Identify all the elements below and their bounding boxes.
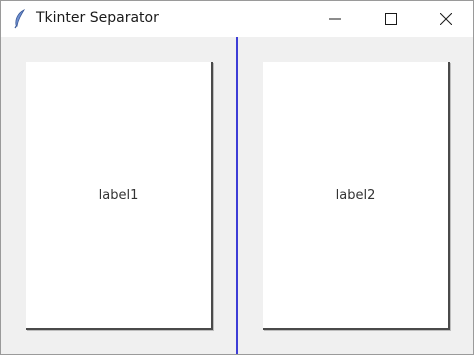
label-panel-2: label2	[263, 62, 450, 330]
client-area: label1 label2	[1, 37, 473, 354]
label-panel-1: label1	[26, 62, 213, 330]
app-window: Tkinter Separator label1 label2	[0, 0, 474, 355]
maximize-button[interactable]	[368, 1, 414, 37]
maximize-icon	[385, 13, 397, 25]
close-button[interactable]	[423, 1, 469, 37]
title-bar[interactable]: Tkinter Separator	[1, 1, 473, 37]
label2-text: label2	[335, 187, 376, 203]
label1-text: label1	[98, 187, 139, 203]
window-title: Tkinter Separator	[36, 10, 159, 26]
minimize-button[interactable]	[312, 1, 358, 37]
minimize-icon	[329, 13, 341, 25]
vertical-separator	[236, 37, 238, 354]
feather-icon	[12, 9, 28, 29]
close-icon	[440, 13, 452, 25]
